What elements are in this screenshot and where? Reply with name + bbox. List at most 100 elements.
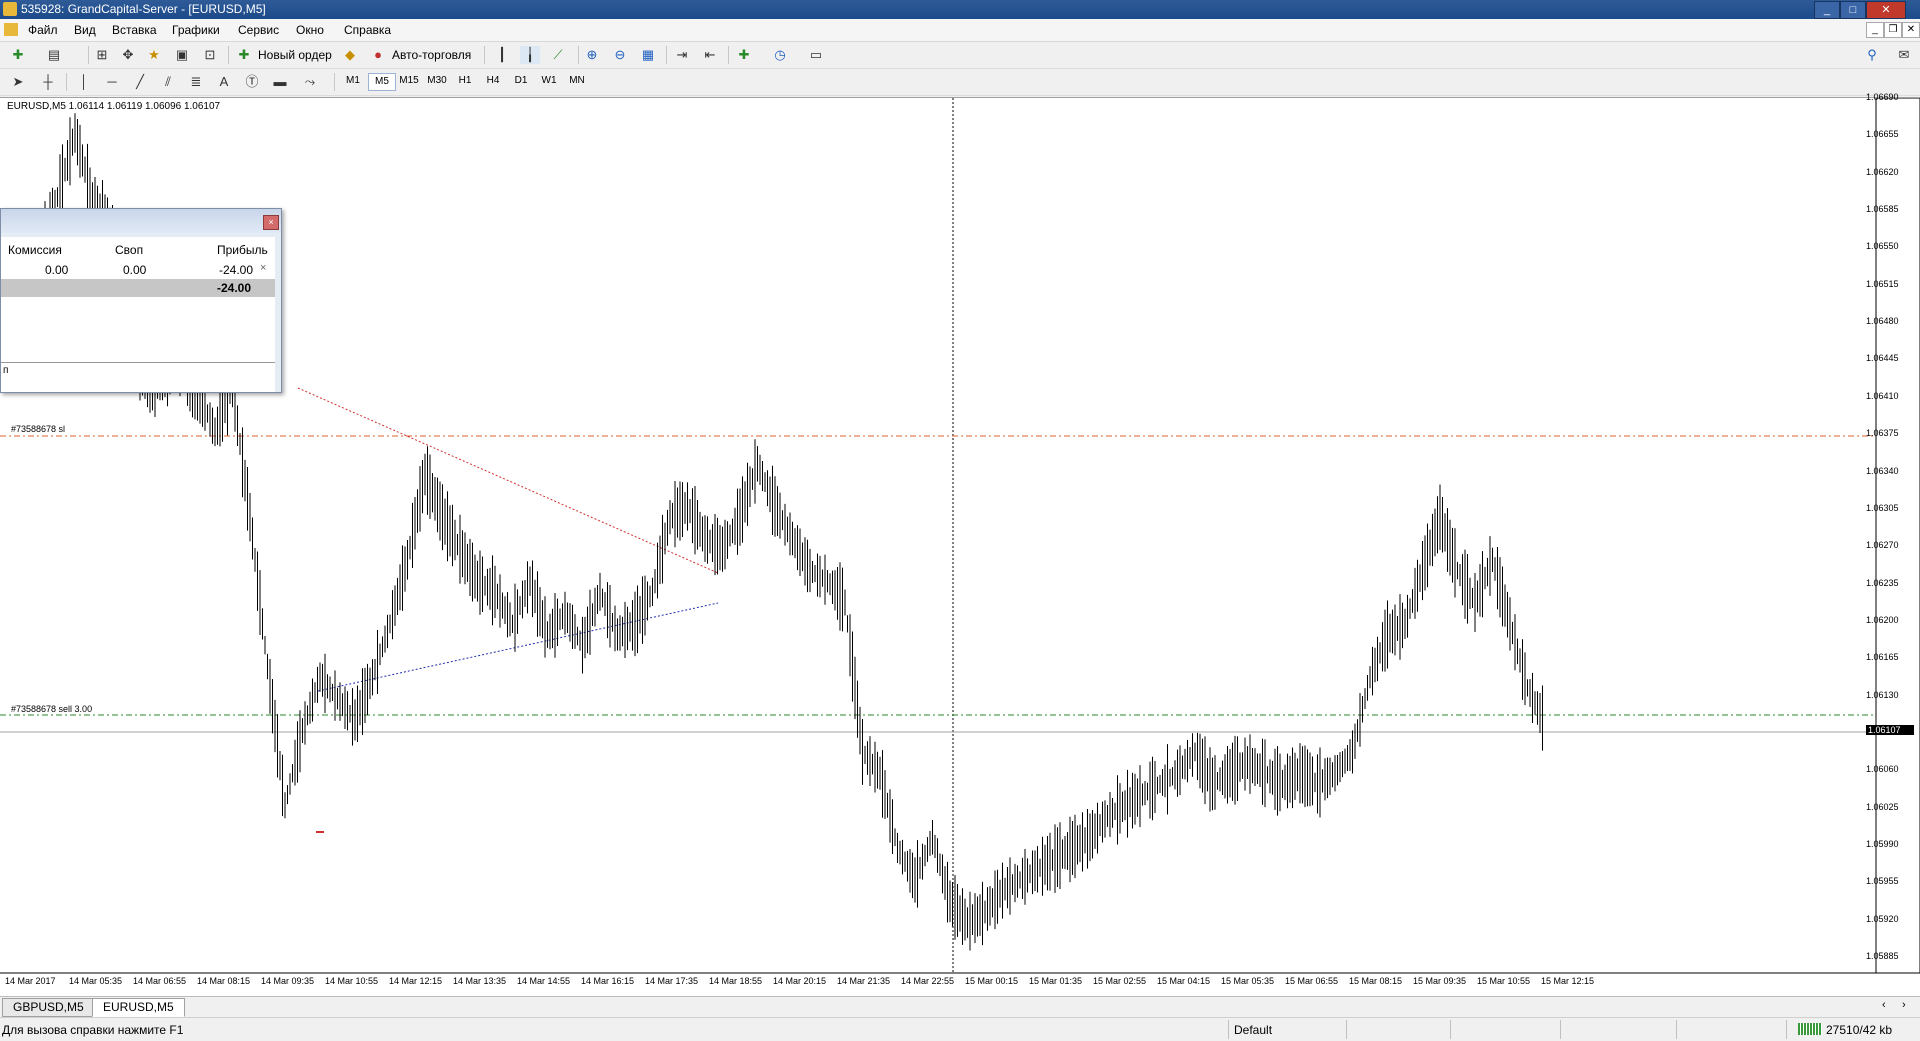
header-profit[interactable]: Прибыль: [217, 243, 268, 257]
timeframe-m30[interactable]: M30: [424, 75, 450, 86]
trade-panel-titlebar[interactable]: [1, 209, 281, 233]
auto-scroll-icon[interactable]: ⇥: [672, 46, 692, 64]
timeframe-d1[interactable]: D1: [508, 75, 534, 86]
metaeditor-icon[interactable]: ◆: [340, 46, 360, 64]
chart-window[interactable]: EURUSD,M5 1.06114 1.06119 1.06096 1.0610…: [0, 92, 1920, 997]
close-position-icon[interactable]: ×: [260, 262, 266, 274]
price-tick-label: 1.06305: [1866, 502, 1899, 513]
price-tick-label: 1.06025: [1866, 801, 1899, 812]
market-watch-icon[interactable]: ⊞: [92, 46, 112, 64]
auto-trading-button[interactable]: Авто-торговля: [392, 48, 471, 62]
time-tick-label: 14 Mar 17:35: [645, 976, 699, 986]
timeframe-w1[interactable]: W1: [536, 75, 562, 86]
horizontal-line-icon[interactable]: ─: [102, 73, 122, 91]
zoom-in-icon[interactable]: ⊕: [582, 46, 602, 64]
sl-label: #73588678 sl: [11, 424, 66, 434]
chat-icon[interactable]: ✉: [1894, 46, 1914, 64]
arrows-icon[interactable]: ▬: [270, 73, 290, 91]
trade-panel-tab[interactable]: п: [3, 365, 8, 376]
price-tick-label: 1.06550: [1866, 241, 1899, 252]
time-tick-label: 14 Mar 09:35: [261, 976, 315, 986]
time-tick-label: 15 Mar 01:35: [1029, 976, 1083, 986]
tile-windows-icon[interactable]: ▦: [638, 46, 658, 64]
new-order-button[interactable]: Новый ордер: [258, 48, 332, 62]
auto-trading-icon[interactable]: ●: [368, 46, 388, 64]
header-swap[interactable]: Своп: [115, 243, 143, 257]
time-tick-label: 15 Mar 02:55: [1093, 976, 1147, 986]
mdi-close-button[interactable]: ✕: [1902, 22, 1920, 38]
time-tick-label: 15 Mar 08:15: [1349, 976, 1403, 986]
text-tool-icon[interactable]: A: [214, 73, 234, 91]
timeframe-mn[interactable]: MN: [564, 75, 590, 86]
timeframe-m1[interactable]: M1: [340, 75, 366, 86]
menu-insert[interactable]: Вставка: [112, 23, 157, 37]
search-icon[interactable]: ⚲: [1862, 46, 1882, 64]
zoom-out-icon[interactable]: ⊖: [610, 46, 630, 64]
close-button[interactable]: ✕: [1866, 1, 1906, 19]
minimize-button[interactable]: _: [1814, 1, 1840, 19]
price-tick-label: 1.06585: [1866, 204, 1899, 215]
fibonacci-icon[interactable]: ≣: [186, 73, 206, 91]
time-tick-label: 15 Mar 09:35: [1413, 976, 1467, 986]
trade-panel-close-icon[interactable]: ×: [263, 215, 279, 230]
menu-help[interactable]: Справка: [344, 23, 391, 37]
menu-bar: Файл Вид Вставка Графики Сервис Окно Спр…: [0, 19, 1920, 42]
standard-toolbar: ✚ ▤ ⊞ ✥ ★ ▣ ⊡ ✚ Новый ордер ◆ ● Авто-тор…: [0, 42, 1920, 69]
mdi-restore-button[interactable]: ❐: [1884, 22, 1902, 38]
templates-icon[interactable]: ▭: [806, 46, 826, 64]
time-tick-label: 14 Mar 20:15: [773, 976, 827, 986]
line-chart-icon[interactable]: ⟋: [548, 46, 568, 64]
connection-bars-icon: [1798, 1023, 1822, 1035]
timeframe-m5[interactable]: M5: [368, 73, 396, 91]
bar-chart-icon[interactable]: ┃: [492, 46, 512, 64]
profiles-icon[interactable]: ▤: [44, 46, 64, 64]
text-label-icon[interactable]: Ⓣ: [242, 73, 262, 91]
indicators-icon[interactable]: ✚: [734, 46, 754, 64]
tabs-scroll-right-icon[interactable]: ›: [1902, 999, 1906, 1011]
periods-icon[interactable]: ◷: [770, 46, 790, 64]
maximize-button[interactable]: □: [1840, 1, 1866, 19]
header-commission[interactable]: Комиссия: [8, 243, 62, 257]
time-tick-label: 15 Mar 10:55: [1477, 976, 1531, 986]
strategy-tester-icon[interactable]: ⊡: [200, 46, 220, 64]
menu-window[interactable]: Окно: [296, 23, 324, 37]
price-tick-label: 1.06655: [1866, 129, 1899, 140]
favorites-icon[interactable]: ★: [144, 46, 164, 64]
price-tick-label: 1.06130: [1866, 689, 1899, 700]
vertical-line-icon[interactable]: │: [74, 73, 94, 91]
timeframe-m15[interactable]: M15: [396, 75, 422, 86]
trade-panel[interactable]: × Комиссия Своп Прибыль 0.00 0.00 -24.00…: [0, 208, 282, 393]
trendline-icon[interactable]: ╱: [130, 73, 150, 91]
new-chart-icon[interactable]: ✚: [8, 46, 28, 64]
time-tick-label: 14 Mar 05:35: [69, 976, 123, 986]
chart-shift-icon[interactable]: ⇤: [700, 46, 720, 64]
menu-file[interactable]: Файл: [28, 23, 58, 37]
menu-tools[interactable]: Сервис: [238, 23, 279, 37]
status-help: Для вызова справки нажмите F1: [2, 1023, 184, 1037]
line-studies-toolbar: ➤ ┼ │ ─ ╱ ⫽ ≣ A Ⓣ ▬ ⤳ M1 M5 M15 M30 H1 H…: [0, 69, 1920, 96]
mdi-minimize-button[interactable]: _: [1866, 22, 1884, 38]
price-tick-label: 1.06410: [1866, 390, 1899, 401]
timeframe-h4[interactable]: H4: [480, 75, 506, 86]
price-tick-label: 1.06620: [1866, 166, 1899, 177]
menu-charts[interactable]: Графики: [172, 23, 220, 37]
tab-gbpusd[interactable]: GBPUSD,M5: [2, 998, 95, 1017]
tab-eurusd[interactable]: EURUSD,M5: [92, 998, 185, 1017]
menu-view[interactable]: Вид: [74, 23, 96, 37]
price-tick-label: 1.06480: [1866, 316, 1899, 327]
price-chart[interactable]: [0, 98, 1920, 997]
timeframe-h1[interactable]: H1: [452, 75, 478, 86]
navigator-icon[interactable]: ✥: [118, 46, 138, 64]
tabs-scroll-left-icon[interactable]: ‹: [1882, 999, 1886, 1011]
crosshair-icon[interactable]: ┼: [38, 73, 58, 91]
price-tick-label: 1.06340: [1866, 465, 1899, 476]
status-bar: Для вызова справки нажмите F1 Default 27…: [0, 1017, 1920, 1041]
cursor-icon[interactable]: ➤: [8, 73, 28, 91]
shapes-icon[interactable]: ⤳: [300, 73, 320, 91]
time-tick-label: 14 Mar 18:55: [709, 976, 763, 986]
candlestick-icon[interactable]: ╽: [520, 46, 540, 64]
equidistant-channel-icon[interactable]: ⫽: [158, 73, 178, 91]
time-tick-label: 14 Mar 21:35: [837, 976, 891, 986]
terminal-icon[interactable]: ▣: [172, 46, 192, 64]
new-order-icon[interactable]: ✚: [234, 46, 254, 64]
